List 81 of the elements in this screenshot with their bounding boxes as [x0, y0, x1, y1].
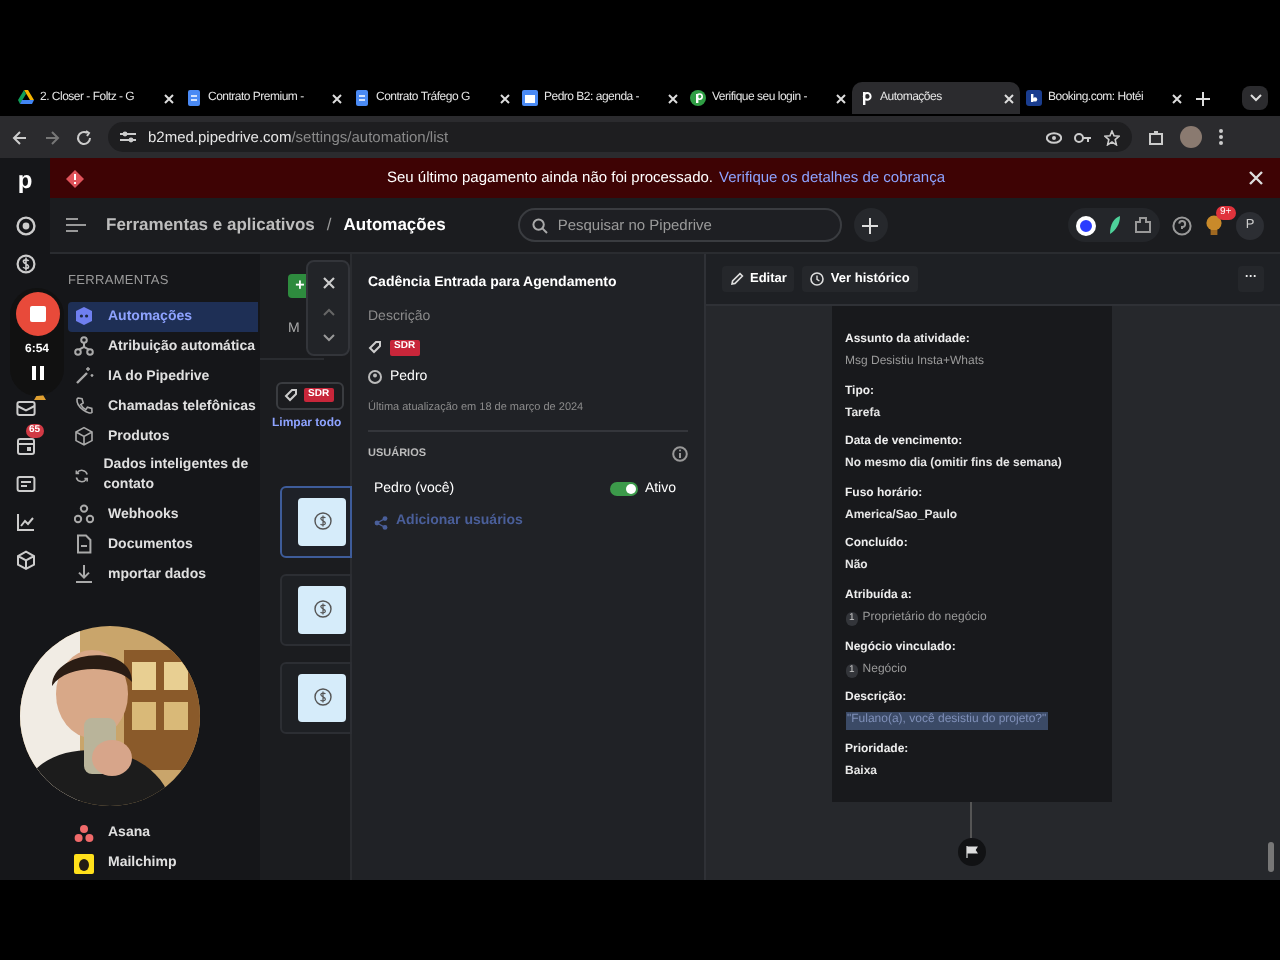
scrollbar[interactable]	[1268, 842, 1274, 872]
app-logo-icon[interactable]	[1076, 215, 1096, 235]
robot-icon	[74, 306, 94, 327]
chart-icon[interactable]	[15, 512, 35, 532]
eye-icon[interactable]	[1046, 131, 1062, 143]
dollar-icon	[313, 600, 331, 618]
puzzle-icon[interactable]	[1134, 216, 1152, 234]
webhook-icon	[74, 504, 94, 525]
close-icon	[500, 93, 510, 103]
close-icon	[164, 93, 174, 103]
document-icon	[354, 90, 370, 106]
search-icon	[531, 217, 548, 233]
stop-recording-button[interactable]	[15, 292, 59, 336]
phone-icon	[74, 396, 94, 417]
chevron-up-icon[interactable]	[321, 307, 335, 315]
lightbulb-icon[interactable]	[1204, 214, 1224, 236]
reload-icon[interactable]	[76, 129, 92, 145]
download-icon	[74, 564, 94, 585]
history-icon	[810, 272, 825, 286]
alert-icon	[66, 169, 84, 187]
info-icon[interactable]	[672, 446, 688, 463]
document-icon	[186, 90, 202, 106]
close-icon	[332, 93, 342, 103]
help-icon[interactable]	[1172, 215, 1192, 235]
close-icon	[1004, 93, 1014, 103]
sync-icon	[74, 465, 90, 486]
document-icon	[74, 534, 94, 555]
close-icon[interactable]	[321, 275, 335, 289]
booking-icon	[1026, 90, 1042, 106]
app-icon	[74, 853, 94, 873]
tab-search-button[interactable]	[1242, 86, 1268, 110]
new-tab-icon[interactable]	[1196, 91, 1210, 105]
favicon	[690, 90, 706, 106]
extensions-icon[interactable]	[1148, 129, 1164, 145]
cube-icon	[74, 426, 94, 447]
calendar-icon[interactable]	[15, 436, 35, 456]
cube-icon[interactable]	[15, 550, 35, 570]
automation-card[interactable]	[280, 573, 352, 645]
plus-icon	[862, 217, 879, 233]
dollar-icon	[313, 512, 331, 530]
leaf-icon[interactable]	[1108, 216, 1122, 234]
close-icon[interactable]	[1248, 170, 1264, 186]
automation-card[interactable]	[280, 661, 352, 733]
toggle-switch[interactable]	[610, 482, 639, 497]
profile-avatar[interactable]	[1180, 126, 1202, 148]
close-icon	[668, 93, 678, 103]
site-settings-icon[interactable]	[120, 130, 136, 144]
forward-icon[interactable]	[44, 129, 60, 145]
card-icon[interactable]	[15, 474, 35, 494]
drive-icon	[18, 90, 34, 106]
add-button[interactable]	[853, 208, 888, 242]
breadcrumb-link[interactable]: Ferramentas e aplicativos	[106, 212, 315, 238]
user-icon	[368, 370, 382, 385]
breadcrumb-separator: /	[326, 212, 332, 238]
share-icon	[374, 515, 388, 530]
key-icon[interactable]	[1074, 131, 1092, 143]
close-icon	[836, 93, 846, 103]
tag-icon	[284, 388, 298, 402]
nodes-icon	[74, 336, 94, 357]
pipedrive-icon	[858, 90, 874, 106]
pause-icon[interactable]	[31, 366, 43, 380]
mail-icon[interactable]	[15, 398, 35, 418]
back-icon[interactable]	[12, 129, 28, 145]
dollar-icon[interactable]	[15, 254, 35, 274]
flag-icon	[965, 845, 977, 858]
star-icon[interactable]	[1104, 129, 1120, 145]
calendar-icon	[522, 90, 538, 106]
app-logo[interactable]: p	[17, 166, 33, 194]
three-dots-icon	[74, 823, 94, 843]
menu-icon[interactable]	[1218, 128, 1224, 146]
target-icon[interactable]	[15, 216, 35, 236]
tag-icon	[368, 340, 382, 355]
automation-card[interactable]	[280, 485, 352, 557]
page-title: Automações	[343, 212, 446, 238]
close-icon	[1172, 93, 1182, 103]
chevron-down-icon[interactable]	[321, 333, 335, 341]
wand-icon	[74, 366, 94, 387]
dollar-icon	[313, 688, 331, 706]
chevron-down-icon	[1249, 94, 1261, 102]
menu-icon[interactable]	[66, 218, 86, 232]
pencil-icon	[730, 272, 744, 286]
